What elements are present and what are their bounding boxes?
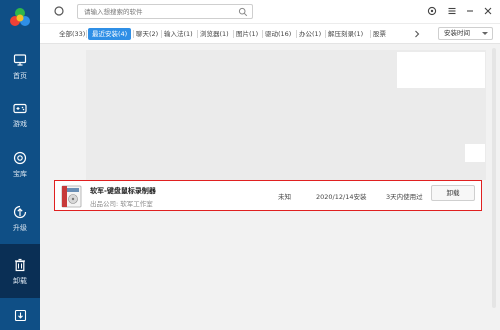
- search-box: [77, 4, 253, 19]
- search-input[interactable]: [84, 6, 234, 17]
- tab-chat[interactable]: 聊天(2): [136, 28, 158, 40]
- tab-drivers[interactable]: 驱动(16): [265, 28, 291, 40]
- menu-icon: [448, 7, 456, 15]
- app-install-date: 2020/12/14安装: [316, 193, 367, 201]
- tab-compress[interactable]: 解压刻录(1): [328, 28, 363, 40]
- content-area: 软军-键盘鼠标录制器 出品公司: 软军工作室 未知 2020/12/14安装 3…: [40, 44, 500, 330]
- sidebar-item-upgrade[interactable]: 升级: [0, 196, 40, 240]
- chevron-right-icon: [415, 30, 420, 38]
- sidebar: 首页 游戏 宝库 升级 卸载: [0, 0, 40, 330]
- tab-stocks[interactable]: 股票: [373, 28, 386, 40]
- sidebar-item-treasury[interactable]: 宝库: [0, 142, 40, 186]
- treasure-disc-icon: [12, 150, 28, 166]
- app-logo-icon: [10, 8, 30, 26]
- app-publisher: 出品公司: 软军工作室: [90, 200, 153, 208]
- refresh-icon: [54, 6, 64, 16]
- trash-icon: [12, 257, 28, 273]
- minimize-icon: [467, 10, 473, 12]
- tab-divider: [133, 30, 134, 38]
- chevron-down-icon: [482, 32, 488, 35]
- tab-divider: [370, 30, 371, 38]
- tab-divider: [262, 30, 263, 38]
- tab-all[interactable]: 全部(33): [59, 28, 85, 40]
- settings-icon: [427, 6, 437, 16]
- download-button[interactable]: [0, 300, 40, 330]
- loading-overlay: [397, 52, 485, 88]
- sidebar-item-uninstall[interactable]: 卸载: [0, 244, 40, 298]
- home-monitor-icon: [12, 52, 28, 68]
- sidebar-item-label: 游戏: [13, 119, 27, 128]
- tab-divider: [161, 30, 162, 38]
- app-size: 未知: [278, 193, 291, 201]
- sort-label: 安装时间: [444, 29, 470, 37]
- gamepad-icon: [12, 100, 28, 116]
- tab-office[interactable]: 办公(1): [299, 28, 321, 40]
- app-icon: [61, 185, 82, 208]
- tab-divider: [325, 30, 326, 38]
- search-icon[interactable]: [238, 7, 248, 17]
- sidebar-item-home[interactable]: 首页: [0, 44, 40, 88]
- sidebar-item-label: 宝库: [13, 169, 27, 178]
- tab-divider: [197, 30, 198, 38]
- category-tabs: 全部(33) 最近安装(4) 聊天(2) 输入法(1) 浏览器(1) 图片(1)…: [40, 24, 500, 44]
- tab-images[interactable]: 图片(1): [236, 28, 258, 40]
- refresh-button[interactable]: [53, 5, 65, 17]
- tab-divider: [296, 30, 297, 38]
- close-icon: [484, 7, 492, 15]
- sort-dropdown[interactable]: 安装时间: [438, 27, 493, 40]
- sidebar-item-label: 首页: [13, 71, 27, 80]
- tabs-next-button[interactable]: [412, 28, 422, 40]
- loading-overlay: [465, 144, 485, 162]
- menu-button[interactable]: [446, 5, 458, 17]
- tab-divider: [233, 30, 234, 38]
- app-name: 软军-键盘鼠标录制器: [90, 187, 156, 195]
- settings-button[interactable]: [426, 5, 438, 17]
- uninstall-button[interactable]: 卸载: [431, 185, 475, 201]
- sidebar-item-games[interactable]: 游戏: [0, 92, 40, 136]
- sidebar-item-label: 卸载: [13, 276, 27, 285]
- minimize-button[interactable]: [464, 5, 476, 17]
- download-icon: [14, 309, 26, 321]
- app-usage: 3天内使用过: [386, 193, 423, 201]
- upgrade-arrow-icon: [12, 204, 28, 220]
- sidebar-item-label: 升级: [13, 223, 27, 232]
- tab-browser[interactable]: 浏览器(1): [200, 28, 229, 40]
- tab-recent[interactable]: 最近安装(4): [88, 28, 132, 40]
- title-bar: [40, 0, 500, 24]
- app-row[interactable]: 软军-键盘鼠标录制器 出品公司: 软军工作室 未知 2020/12/14安装 3…: [54, 180, 482, 211]
- tab-divider: [86, 30, 87, 38]
- scrollbar[interactable]: [492, 48, 496, 308]
- tab-input-method[interactable]: 输入法(1): [164, 28, 193, 40]
- close-button[interactable]: [482, 5, 494, 17]
